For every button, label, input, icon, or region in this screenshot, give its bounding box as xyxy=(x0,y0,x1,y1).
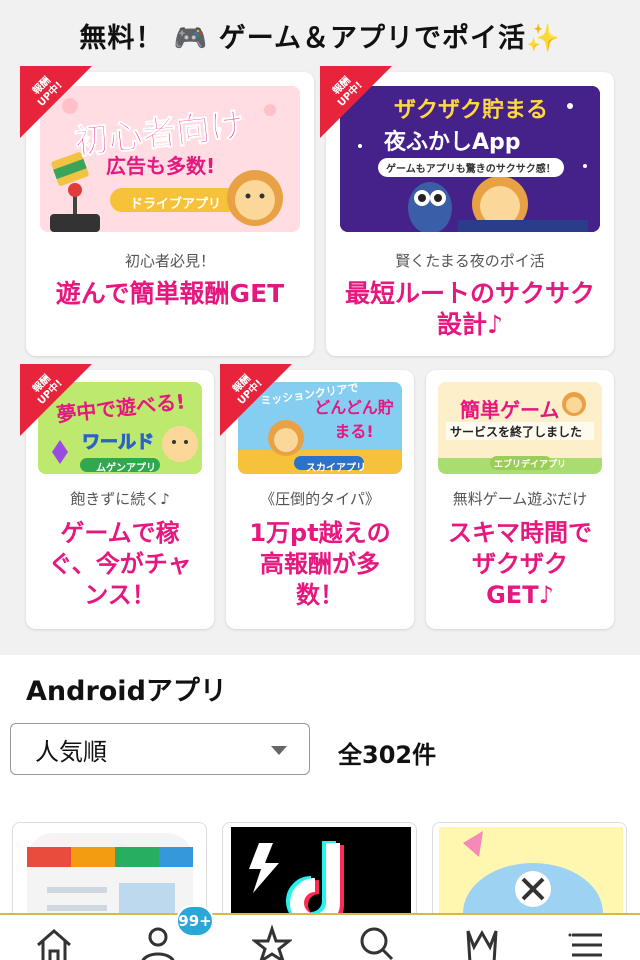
tab-home[interactable] xyxy=(24,923,84,960)
banner-everyday-app: 簡単ゲーム サービスを終了しました エブリデイアプリ xyxy=(438,382,602,474)
section-title: Androidアプリ xyxy=(26,676,227,707)
reward-up-ribbon: 報酬 UP中! xyxy=(320,66,392,138)
card-title: 遊んで簡単報酬GET xyxy=(55,279,285,308)
reward-up-ribbon: 報酬 UP中! xyxy=(220,364,292,436)
crown-icon xyxy=(466,929,498,960)
banner-caption: ゲームもアプリも驚きのサクサク感！ xyxy=(378,158,564,177)
card-title: 最短ルートのサクサク設計♪ xyxy=(344,279,595,339)
banner-app-name: エブリデイアプリ xyxy=(494,460,567,470)
banner-app-name: ムゲンアプリ xyxy=(96,463,156,474)
banner-subline: ワールド xyxy=(82,432,155,454)
sort-selected-value: 人気順 xyxy=(35,737,107,766)
card-subtitle: 無料ゲーム遊ぶだけ xyxy=(452,490,588,508)
banner-headline: 簡単ゲーム xyxy=(460,398,560,422)
search-icon xyxy=(360,927,394,960)
banner-headline: ザクザク貯まる xyxy=(394,98,549,123)
user-icon xyxy=(141,927,175,960)
tab-menu[interactable] xyxy=(556,923,616,960)
banner-subline: どんどん貯まる! xyxy=(314,398,394,441)
star-icon xyxy=(252,924,292,960)
card-title: ゲームで稼ぐ、今がチャンス！ xyxy=(48,519,192,609)
chevron-down-icon xyxy=(271,746,287,755)
tab-ranking[interactable] xyxy=(452,923,512,960)
result-count: 全302件 xyxy=(338,741,437,769)
featured-card-everyday[interactable]: 簡単ゲーム サービスを終了しました エブリデイアプリ 無料ゲーム遊ぶだけ スキマ… xyxy=(426,370,614,629)
tab-favorites[interactable] xyxy=(242,923,302,960)
card-subtitle: 賢くたまる夜のポイ活 xyxy=(395,252,545,270)
card-subtitle: 初心者必見！ xyxy=(124,252,215,270)
page: 無料！ 🎮 ゲーム＆アプリでポイ活✨ 初心者向け 広告も多数! ドライブアプリ … xyxy=(0,0,640,960)
card-title: スキマ時間でザクザクGET♪ xyxy=(448,519,592,609)
card-title: 1万pt越えの高報酬が多数！ xyxy=(249,519,391,609)
sort-dropdown[interactable]: 人気順 xyxy=(10,723,310,775)
banner-app-name: スカイアプリ xyxy=(306,463,366,474)
card-subtitle: 飽きずに続く♪ xyxy=(70,490,170,508)
notification-badge: 99+ xyxy=(176,905,214,937)
banner-notice: サービスを終了しました xyxy=(450,425,583,439)
banner-subline: 夜ふかしApp xyxy=(384,130,521,155)
reward-up-ribbon: 報酬 UP中! xyxy=(20,364,92,436)
banner-app-name: ドライブアプリ xyxy=(130,197,222,212)
tab-search[interactable] xyxy=(346,923,406,960)
card-subtitle: 《圧倒的タイパ》 xyxy=(260,490,380,508)
page-title: 無料！ 🎮 ゲーム＆アプリでポイ活✨ xyxy=(79,22,561,54)
reward-up-ribbon: 報酬 UP中! xyxy=(20,66,92,138)
menu-icon xyxy=(568,933,602,957)
home-icon xyxy=(37,929,71,960)
banner-subline: 広告も多数! xyxy=(106,154,216,178)
bottom-tab-bar xyxy=(0,913,640,960)
